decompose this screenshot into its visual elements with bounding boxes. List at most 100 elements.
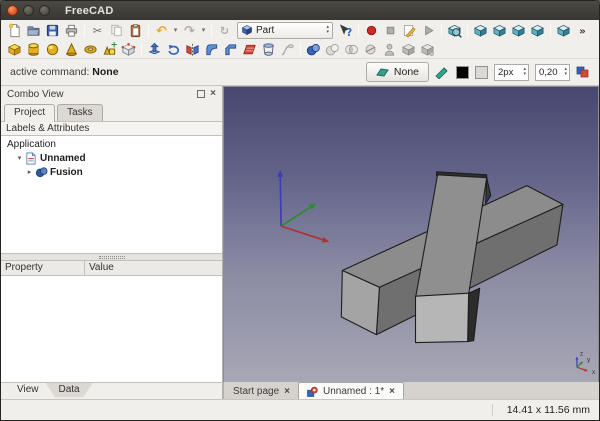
document-tab-active[interactable]: Unnamed : 1*× xyxy=(298,382,404,399)
spin-arrows-icon[interactable]: ▴▾ xyxy=(523,67,526,77)
viewport-area: zyx Start page×Unnamed : 1*× xyxy=(223,86,599,399)
view-fit-icon xyxy=(447,23,462,38)
part-shape-builder-button[interactable] xyxy=(119,40,138,58)
view-right-icon xyxy=(530,23,545,38)
toolbar-separator xyxy=(148,24,149,37)
minimize-button[interactable] xyxy=(23,5,34,16)
mini-axis-label-z: z xyxy=(580,350,583,357)
freecad-window: FreeCAD ✂↶▾↷▾↻ Part ▴▾?» + active comman… xyxy=(0,0,600,421)
dimension-readout: 14.41 x 11.56 mm xyxy=(492,404,590,416)
panel-close-icon[interactable]: × xyxy=(210,90,216,98)
tree-item-fusion[interactable]: ▸ Fusion xyxy=(1,165,222,179)
autogroup-icon[interactable] xyxy=(435,66,450,79)
view-left-button[interactable] xyxy=(554,21,573,39)
tree-item-unnamed[interactable]: ▾Unnamed xyxy=(1,151,222,165)
paste-icon xyxy=(128,23,143,38)
macro-record-button[interactable] xyxy=(362,21,381,39)
working-plane-button[interactable]: None xyxy=(366,62,429,82)
part-ruled-surface-button[interactable] xyxy=(240,40,259,58)
origin-x-axis xyxy=(281,226,329,242)
paste-button[interactable] xyxy=(126,21,145,39)
print-button[interactable] xyxy=(62,21,81,39)
workbench-selector[interactable]: Part ▴▾ xyxy=(237,22,333,39)
close-button[interactable] xyxy=(7,5,18,16)
model-box-b-bottom-cap[interactable] xyxy=(416,293,469,342)
whats-this-button[interactable]: ? xyxy=(336,21,355,39)
view-top-button[interactable] xyxy=(509,21,528,39)
maximize-button[interactable] xyxy=(39,5,50,16)
tree-expander-icon[interactable]: ▾ xyxy=(15,154,24,162)
part-box-button[interactable] xyxy=(5,40,24,58)
part-chamfer-icon xyxy=(223,42,238,57)
macro-play-icon xyxy=(421,23,436,38)
color-toggle-icon[interactable] xyxy=(576,65,590,79)
line-color-swatch[interactable] xyxy=(456,66,469,79)
undo-dropdown-arrow[interactable]: ▾ xyxy=(171,21,180,39)
labels-attributes-header: Labels & Attributes xyxy=(1,121,222,136)
part-torus-button[interactable] xyxy=(81,40,100,58)
part-cone-icon xyxy=(64,42,79,57)
panel-float-icon[interactable] xyxy=(197,90,205,98)
toolbar-separator xyxy=(141,43,142,56)
property-table-header: Property Value xyxy=(1,261,222,276)
boolean-union-button[interactable] xyxy=(304,40,323,58)
new-file-button[interactable] xyxy=(5,21,24,39)
tab-close-icon[interactable]: × xyxy=(284,386,290,397)
part-extrude-icon xyxy=(147,42,162,57)
cut-button[interactable]: ✂ xyxy=(88,21,107,39)
part-loft-button[interactable] xyxy=(259,40,278,58)
svg-text:✂: ✂ xyxy=(93,24,102,37)
face-color-swatch[interactable] xyxy=(475,66,488,79)
model-box-b-right-notch[interactable] xyxy=(486,178,491,204)
tree-item-label: Fusion xyxy=(50,167,83,178)
macro-play-button xyxy=(419,21,438,39)
document-tab-label: Start page xyxy=(233,386,279,397)
boolean-common-icon xyxy=(344,42,359,57)
copy-icon xyxy=(109,23,124,38)
part-extrude-button[interactable] xyxy=(145,40,164,58)
toolbar-overflow-button[interactable]: » xyxy=(573,21,592,39)
macro-edit-icon xyxy=(402,23,417,38)
tab-view[interactable]: View xyxy=(4,383,52,398)
tree-item-application[interactable]: Application xyxy=(1,137,222,151)
svg-text:↻: ↻ xyxy=(220,24,229,37)
view-front-button[interactable] xyxy=(490,21,509,39)
copy-button xyxy=(107,21,126,39)
text-scale-spinbox[interactable]: 0,20 ▴▾ xyxy=(535,64,570,81)
document-tab-inactive[interactable]: Start page × xyxy=(225,383,298,399)
part-sphere-button[interactable] xyxy=(43,40,62,58)
model-box-b-right-side[interactable] xyxy=(468,288,480,341)
combo-spinner-icon[interactable]: ▴▾ xyxy=(326,25,329,35)
tab-data[interactable]: Data xyxy=(46,383,93,398)
spin-arrows-icon[interactable]: ▴▾ xyxy=(564,67,567,77)
tree-expander-icon[interactable]: ▸ xyxy=(25,168,34,176)
toolbar-separator xyxy=(358,24,359,37)
line-width-spinbox[interactable]: 2px ▴▾ xyxy=(494,64,529,81)
undo-button[interactable]: ↶ xyxy=(152,21,171,39)
macro-edit-button[interactable] xyxy=(400,21,419,39)
part-chamfer-button[interactable] xyxy=(221,40,240,58)
part-fillet-button[interactable] xyxy=(202,40,221,58)
3d-scene[interactable]: zyx xyxy=(224,87,598,382)
boolean-cut-button xyxy=(323,40,342,58)
open-folder-button[interactable] xyxy=(24,21,43,39)
part-revolve-button[interactable] xyxy=(164,40,183,58)
toolbar-overflow-icon: » xyxy=(575,23,590,38)
part-sphere-icon xyxy=(45,42,60,57)
view-fit-button[interactable] xyxy=(445,21,464,39)
part-cone-button[interactable] xyxy=(62,40,81,58)
part-mirror-button[interactable] xyxy=(183,40,202,58)
view-data-tabs: ViewData xyxy=(1,382,222,399)
tab-project[interactable]: Project xyxy=(4,104,55,122)
part-primitives-button[interactable]: + xyxy=(100,40,119,58)
save-icon xyxy=(45,23,60,38)
tab-close-icon[interactable]: × xyxy=(389,386,395,397)
3d-viewport[interactable]: zyx xyxy=(223,86,599,382)
tab-tasks[interactable]: Tasks xyxy=(57,104,103,121)
mini-axis-y xyxy=(577,361,583,367)
view-right-button[interactable] xyxy=(528,21,547,39)
panel-splitter[interactable] xyxy=(1,254,222,261)
save-button[interactable] xyxy=(43,21,62,39)
part-cylinder-button[interactable] xyxy=(24,40,43,58)
view-axonometric-button[interactable] xyxy=(471,21,490,39)
